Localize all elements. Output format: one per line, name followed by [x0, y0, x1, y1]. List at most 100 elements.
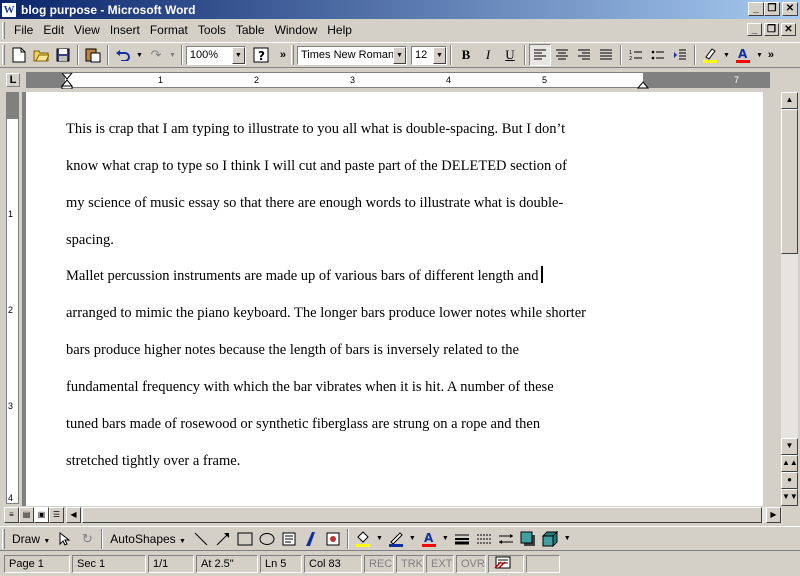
toolbar-grip[interactable] [2, 45, 5, 65]
scroll-down-icon[interactable]: ▼ [781, 438, 798, 455]
select-objects-icon[interactable] [54, 528, 76, 550]
text-box-icon[interactable] [278, 528, 300, 550]
outline-view-icon[interactable]: ☰ [49, 507, 64, 523]
undo-dropdown-arrow-icon[interactable]: ▼ [136, 52, 143, 59]
menu-help[interactable]: Help [322, 21, 357, 40]
help-icon[interactable]: ? [250, 44, 272, 66]
horizontal-ruler[interactable]: 1 2 3 4 5 6 7 [26, 72, 770, 89]
open-folder-icon[interactable] [30, 44, 52, 66]
line-color-icon[interactable] [385, 528, 407, 550]
scroll-up-icon[interactable]: ▲ [781, 92, 798, 109]
align-center-icon[interactable] [551, 44, 573, 66]
shadow-icon[interactable] [517, 528, 539, 550]
menu-tools[interactable]: Tools [193, 21, 231, 40]
arrow-style-icon[interactable] [495, 528, 517, 550]
justify-icon[interactable] [595, 44, 617, 66]
oval-icon[interactable] [256, 528, 278, 550]
vertical-scroll-thumb[interactable] [781, 109, 798, 254]
wordart-icon[interactable] [300, 528, 322, 550]
line-color-dropdown-arrow-icon[interactable]: ▼ [409, 535, 416, 542]
restore-button[interactable]: ❐ [764, 2, 780, 16]
save-icon[interactable] [52, 44, 74, 66]
close-button[interactable]: ✕ [782, 2, 798, 16]
fill-color-dropdown-arrow-icon[interactable]: ▼ [376, 535, 383, 542]
menu-edit[interactable]: Edit [38, 21, 69, 40]
3d-icon[interactable] [539, 528, 561, 550]
doc-close-button[interactable]: ✕ [781, 23, 796, 36]
spelling-status-icon[interactable] [488, 555, 524, 573]
font-size-combo[interactable]: 12 ▼ [411, 45, 447, 65]
arrow-icon[interactable] [212, 528, 234, 550]
horizontal-scroll-thumb[interactable] [82, 507, 762, 523]
redo-dropdown-arrow-icon[interactable]: ▼ [169, 52, 176, 59]
highlight-icon[interactable] [699, 44, 721, 66]
align-right-icon[interactable] [573, 44, 595, 66]
italic-button[interactable]: I [477, 44, 499, 66]
status-ovr[interactable]: OVR [456, 555, 486, 573]
drawing-options-icon[interactable]: ▼ [564, 535, 571, 542]
clip-art-icon[interactable] [322, 528, 344, 550]
formatting-options-icon[interactable]: » [768, 49, 774, 61]
word-app-icon[interactable]: W [2, 2, 16, 17]
font-color-icon[interactable]: A [732, 44, 754, 66]
line-style-icon[interactable] [451, 528, 473, 550]
menu-insert[interactable]: Insert [105, 21, 145, 40]
next-page-icon[interactable]: ▼▼ [781, 489, 798, 506]
select-browse-object-icon[interactable]: ● [781, 472, 798, 489]
new-document-icon[interactable] [8, 44, 30, 66]
free-rotate-icon[interactable]: ↻ [76, 528, 98, 550]
chevron-down-icon[interactable]: ▼ [231, 46, 245, 64]
align-left-icon[interactable] [529, 44, 551, 66]
numbering-icon[interactable]: 12 [625, 44, 647, 66]
menu-window[interactable]: Window [270, 21, 323, 40]
formatting-toolbar-grip[interactable] [291, 45, 294, 65]
normal-view-icon[interactable]: ≡ [4, 507, 19, 523]
fill-color-icon[interactable] [352, 528, 374, 550]
paste-icon[interactable] [82, 44, 104, 66]
dash-style-icon[interactable] [473, 528, 495, 550]
tab-selector[interactable]: L [6, 73, 20, 87]
menu-format[interactable]: Format [145, 21, 193, 40]
draw-menu-button[interactable]: Draw ▼ [8, 532, 54, 546]
bullets-icon[interactable] [647, 44, 669, 66]
draw-font-color-icon[interactable]: A [418, 528, 440, 550]
undo-icon[interactable] [112, 44, 134, 66]
document-page[interactable]: This is crap that I am typing to illustr… [26, 92, 763, 506]
underline-button[interactable]: U [499, 44, 521, 66]
vertical-ruler[interactable]: 1 2 3 4 [6, 92, 19, 504]
vertical-scrollbar[interactable]: ▲ ▼ ▲▲ ● ▼▼ [781, 92, 798, 506]
chevron-down-icon[interactable]: ▼ [433, 46, 446, 64]
rectangle-icon[interactable] [234, 528, 256, 550]
menu-table[interactable]: Table [231, 21, 270, 40]
minimize-button[interactable]: _ [748, 2, 764, 16]
scroll-left-icon[interactable]: ◀ [66, 507, 81, 523]
menu-grip[interactable] [2, 22, 5, 39]
toolbar-options-icon[interactable]: » [280, 49, 286, 61]
draw-font-color-dropdown-arrow-icon[interactable]: ▼ [442, 535, 449, 542]
menu-view[interactable]: View [69, 21, 105, 40]
print-layout-view-icon[interactable]: ▣ [34, 507, 49, 523]
scroll-right-icon[interactable]: ▶ [766, 507, 781, 523]
status-rec[interactable]: REC [364, 555, 394, 573]
web-layout-view-icon[interactable]: ▤ [19, 507, 34, 523]
redo-icon[interactable]: ↷ [145, 44, 167, 66]
paragraph[interactable]: Mallet percussion instruments are made u… [66, 258, 666, 480]
highlight-dropdown-arrow-icon[interactable]: ▼ [723, 52, 730, 59]
chevron-down-icon[interactable]: ▼ [393, 46, 406, 64]
paragraph[interactable]: This is crap that I am typing to illustr… [66, 111, 666, 259]
font-name-combo[interactable]: Times New Roman ▼ [297, 45, 407, 65]
menu-file[interactable]: File [9, 21, 38, 40]
horizontal-scrollbar[interactable]: ◀ ▶ [66, 507, 782, 523]
doc-restore-button[interactable]: ❐ [764, 23, 779, 36]
font-color-dropdown-arrow-icon[interactable]: ▼ [756, 52, 763, 59]
line-icon[interactable] [190, 528, 212, 550]
drawbar-grip[interactable] [2, 528, 5, 549]
previous-page-icon[interactable]: ▲▲ [781, 455, 798, 472]
indent-icon[interactable] [669, 44, 691, 66]
indent-marker-icon[interactable] [61, 73, 73, 89]
status-trk[interactable]: TRK [396, 555, 424, 573]
autoshapes-menu-button[interactable]: AutoShapes ▼ [106, 532, 190, 546]
status-ext[interactable]: EXT [426, 555, 454, 573]
doc-minimize-button[interactable]: _ [747, 23, 762, 36]
bold-button[interactable]: B [455, 44, 477, 66]
